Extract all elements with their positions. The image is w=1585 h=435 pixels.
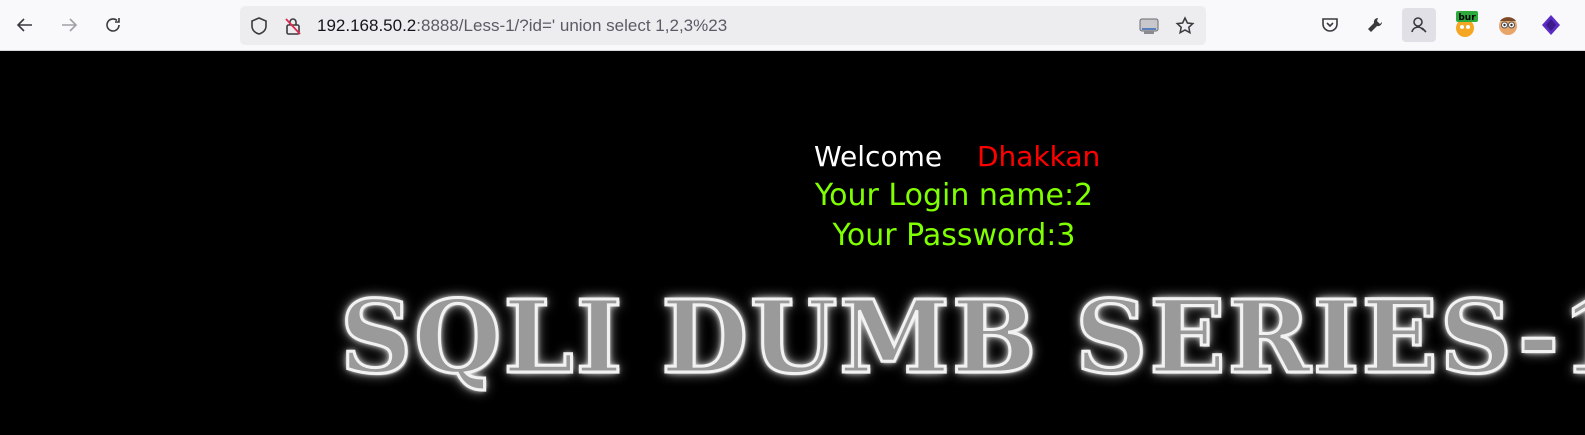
burp-badge-text: bur — [1458, 13, 1476, 23]
pocket-icon — [1322, 18, 1338, 32]
url-text[interactable]: 192.168.50.2:8888/Less-1/?id=' union sel… — [317, 6, 727, 45]
burp-extension-icon: bur — [1456, 11, 1478, 37]
reader-view-icon[interactable] — [1138, 15, 1160, 37]
back-arrow-icon — [16, 18, 32, 32]
pocket-button[interactable] — [1313, 8, 1347, 42]
reload-button[interactable] — [96, 8, 130, 42]
login-name-text: Your Login name:2 — [814, 178, 1094, 213]
browser-toolbar: 192.168.50.2:8888/Less-1/?id=' union sel… — [0, 0, 1585, 51]
welcome-text: Welcome — [814, 140, 943, 173]
insecure-lock-icon[interactable] — [282, 15, 304, 37]
reload-icon — [106, 18, 120, 32]
account-icon — [1411, 17, 1427, 33]
url-host: 192.168.50.2 — [317, 16, 417, 35]
series-banner: SQLI DUMB SERIES-1 — [339, 278, 1585, 396]
url-path: :8888/Less-1/?id=' union select 1,2,3%23 — [416, 16, 728, 35]
password-text: Your Password:3 — [832, 218, 1076, 253]
account-button[interactable] — [1402, 8, 1436, 42]
back-button[interactable] — [8, 8, 42, 42]
wrench-icon — [1368, 17, 1383, 32]
diamond-extension-icon — [1542, 15, 1560, 35]
burp-extension-button[interactable]: bur — [1448, 8, 1482, 42]
welcome-line: Welcome Dhakkan — [0, 140, 1585, 176]
tools-button[interactable] — [1358, 8, 1392, 42]
purple-extension-button[interactable] — [1534, 8, 1568, 42]
face-extension-icon — [1499, 17, 1517, 35]
forward-button[interactable] — [52, 8, 86, 42]
shield-icon[interactable] — [248, 15, 270, 37]
hackbar-extension-button[interactable] — [1491, 8, 1525, 42]
url-bar[interactable]: 192.168.50.2:8888/Less-1/?id=' union sel… — [240, 6, 1206, 45]
welcome-name: Dhakkan — [977, 140, 1101, 173]
bookmark-star-icon[interactable] — [1174, 15, 1196, 37]
forward-arrow-icon — [62, 18, 78, 32]
